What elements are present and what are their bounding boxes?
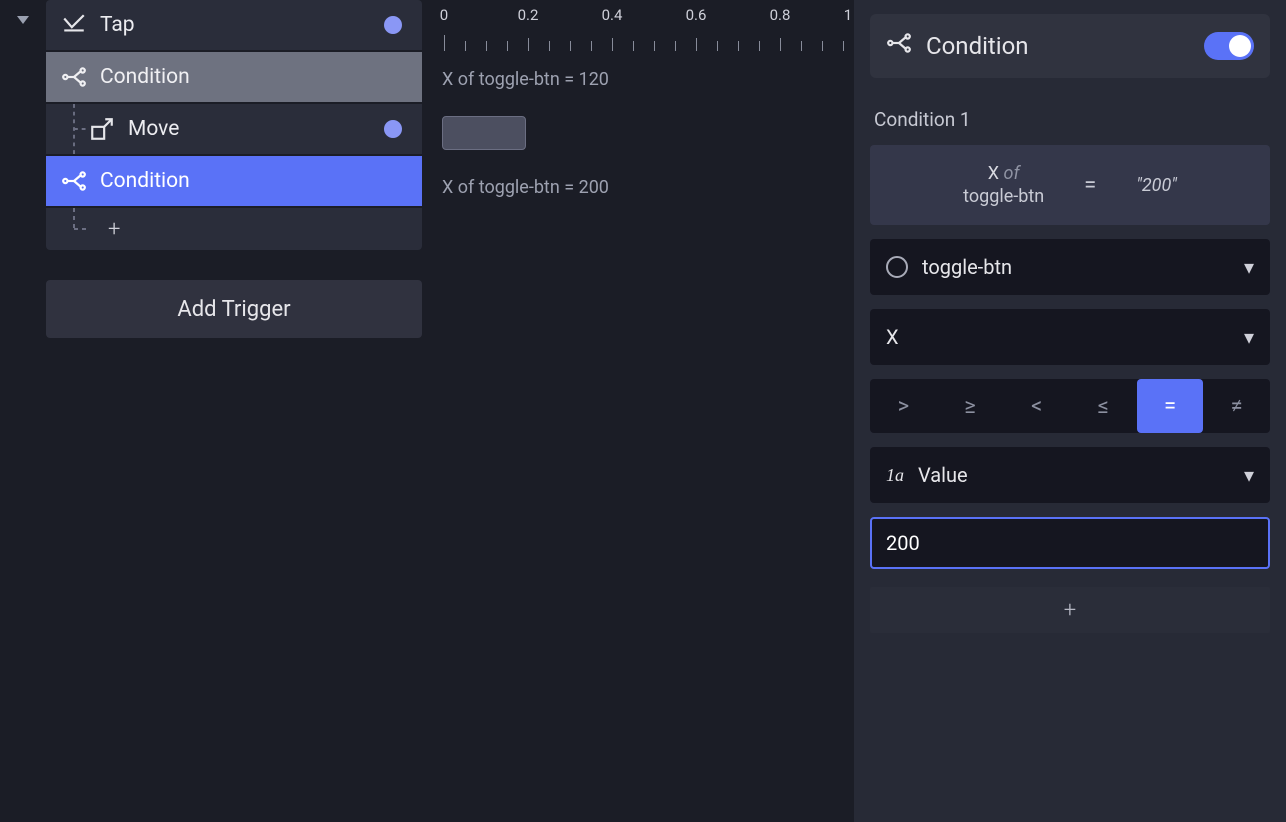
trigger-header[interactable]: Tap: [46, 0, 422, 52]
preview-op: =: [1084, 173, 1096, 198]
chevron-down-icon: ▾: [1244, 255, 1254, 279]
tree-add-row[interactable]: +: [46, 208, 422, 250]
tick-label: 0.6: [686, 6, 707, 24]
chevron-down-icon: ▾: [1244, 325, 1254, 349]
condition-icon: [60, 167, 88, 195]
inspector-panel: Condition Condition 1 X of toggle-btn = …: [854, 0, 1286, 822]
add-condition-button[interactable]: +: [870, 587, 1270, 633]
tree-rail: [60, 104, 88, 154]
tree-label: Move: [128, 117, 179, 141]
tick-label: 0: [440, 6, 448, 24]
operator-neq[interactable]: ≠: [1203, 379, 1270, 433]
condition-icon: [886, 30, 912, 62]
tree-row-move[interactable]: Move: [46, 104, 422, 156]
target-dropdown[interactable]: toggle-btn ▾: [870, 239, 1270, 295]
condition-icon: [60, 63, 88, 91]
tap-icon: [60, 11, 88, 39]
plus-icon: +: [108, 217, 120, 242]
tick-label: 1: [844, 6, 852, 24]
tick-label: 0.8: [770, 6, 791, 24]
timeline-row: X of toggle-btn = 200: [432, 160, 844, 214]
trigger-name: Tap: [100, 13, 135, 37]
enabled-toggle[interactable]: [1204, 32, 1254, 60]
status-dot-icon: [384, 16, 402, 34]
chevron-down-icon[interactable]: [17, 16, 29, 24]
timeline-text: X of toggle-btn = 120: [442, 69, 609, 90]
preview-target: toggle-btn: [963, 185, 1044, 208]
timeline-ruler[interactable]: 0 0.2 0.4 0.6 0.8 1: [432, 0, 844, 52]
property-dropdown[interactable]: X ▾: [870, 309, 1270, 365]
section-title: Condition 1: [870, 108, 1270, 131]
inspector-header: Condition: [870, 14, 1270, 78]
collapse-gutter: [0, 0, 46, 822]
tree-row-condition-selected[interactable]: Condition: [46, 156, 422, 208]
preview-rhs: "200": [1136, 175, 1177, 196]
tree-rail: [60, 208, 88, 250]
timeline-clip[interactable]: [442, 116, 526, 150]
timeline-text: X of toggle-btn = 200: [442, 177, 609, 198]
chevron-down-icon: ▾: [1244, 463, 1254, 487]
timeline-row: X of toggle-btn = 120: [432, 52, 844, 106]
move-icon: [88, 115, 116, 143]
add-trigger-button[interactable]: Add Trigger: [46, 280, 422, 338]
value-type-dropdown[interactable]: 1a Value ▾: [870, 447, 1270, 503]
plus-icon: +: [1064, 598, 1076, 623]
inspector-title: Condition: [926, 32, 1029, 60]
condition-preview: X of toggle-btn = "200": [870, 145, 1270, 225]
operator-row: > ≥ < ≤ = ≠: [870, 379, 1270, 433]
tick-marks: [442, 33, 844, 51]
tick-label: 0.2: [518, 6, 539, 24]
value-input-wrapper[interactable]: [870, 517, 1270, 569]
trigger-panel: Tap Condition Move: [46, 0, 422, 822]
preview-lhs: X of toggle-btn: [963, 162, 1044, 209]
tick-label: 0.4: [602, 6, 623, 24]
preview-prop: X: [988, 163, 999, 184]
tree-label: Condition: [100, 169, 190, 193]
operator-gt[interactable]: >: [870, 379, 937, 433]
operator-eq[interactable]: =: [1137, 379, 1204, 433]
value-prefix-icon: 1a: [886, 465, 904, 486]
tree-row-condition[interactable]: Condition: [46, 52, 422, 104]
tree-label: Condition: [100, 65, 190, 89]
value-input[interactable]: [886, 531, 1254, 555]
preview-of: of: [1004, 163, 1020, 184]
property-value: X: [886, 325, 899, 349]
operator-gte[interactable]: ≥: [937, 379, 1004, 433]
target-icon: [886, 256, 908, 278]
operator-lt[interactable]: <: [1003, 379, 1070, 433]
add-trigger-label: Add Trigger: [177, 297, 290, 322]
timeline-row[interactable]: [432, 106, 844, 160]
value-type-label: Value: [918, 463, 968, 487]
target-value: toggle-btn: [922, 255, 1012, 279]
timeline-panel: 0 0.2 0.4 0.6 0.8 1 X of toggle-btn = 12…: [422, 0, 854, 822]
operator-lte[interactable]: ≤: [1070, 379, 1137, 433]
status-dot-icon: [384, 120, 402, 138]
